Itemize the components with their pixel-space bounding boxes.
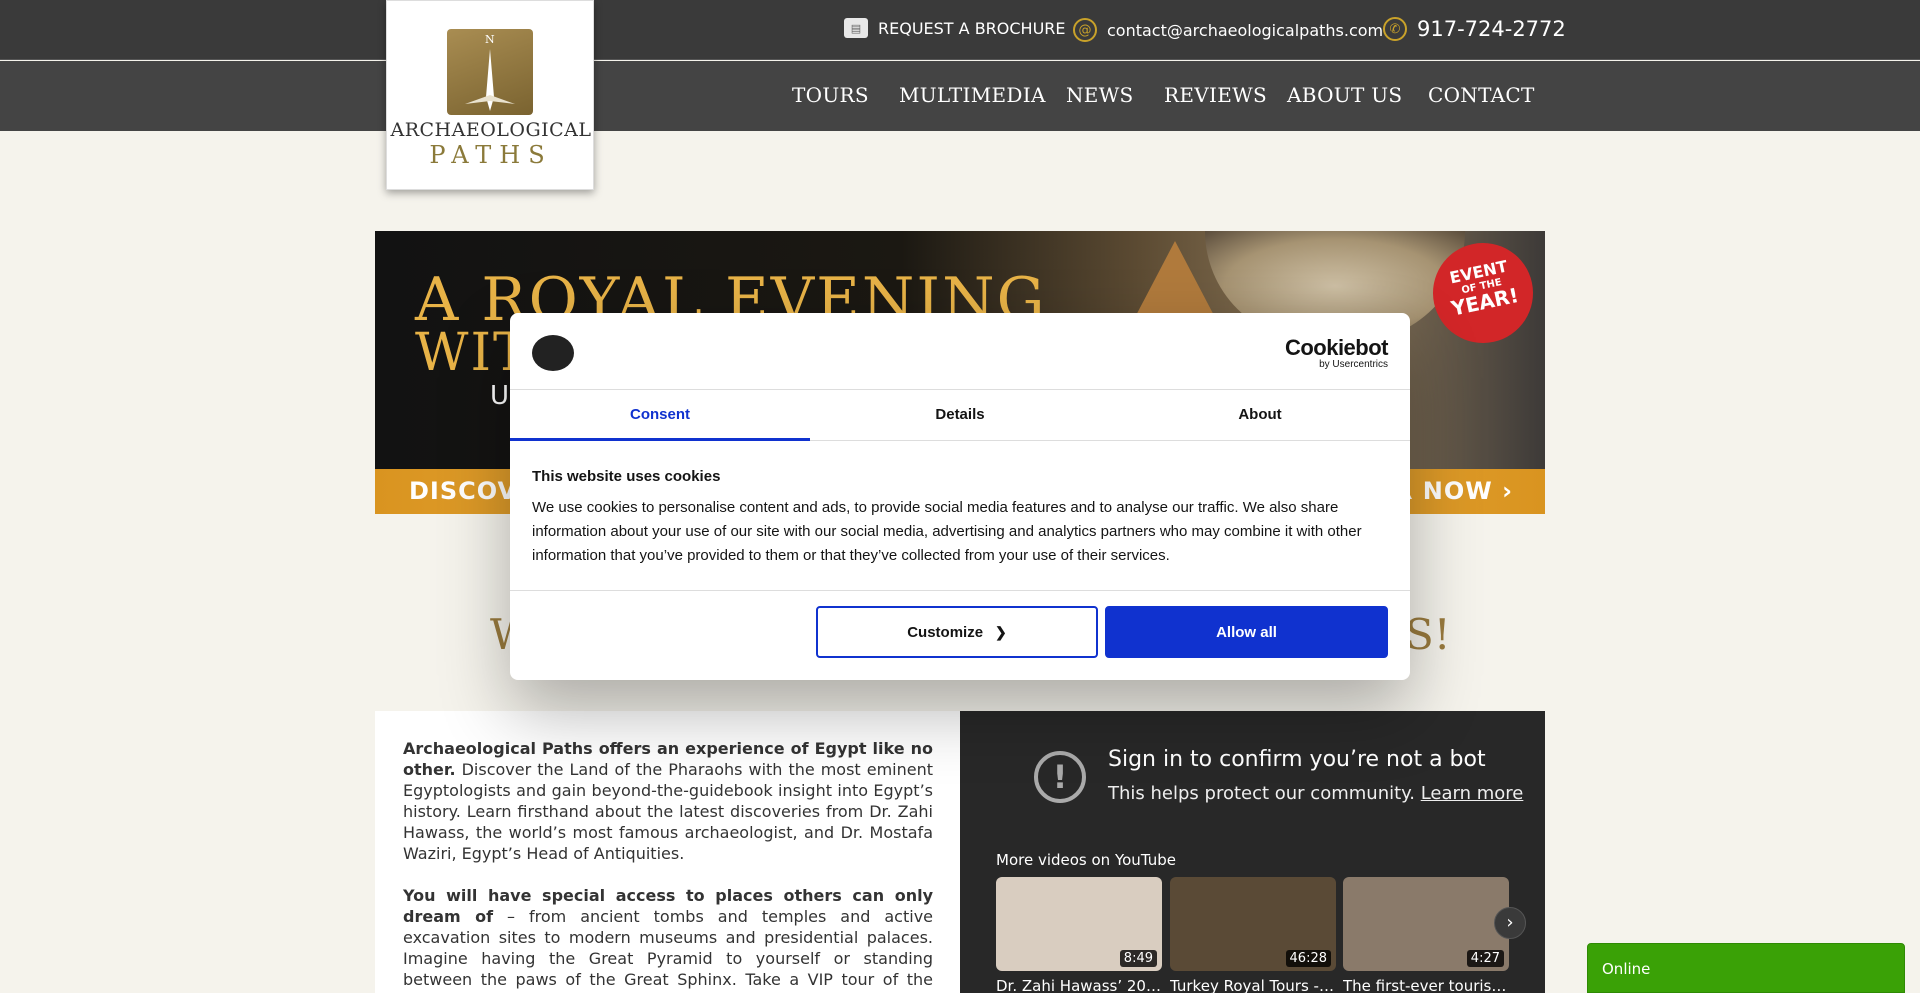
- nav-news[interactable]: NEWS: [1066, 83, 1134, 107]
- chevron-right-icon[interactable]: ›: [1494, 907, 1526, 939]
- warning-icon: !: [1034, 751, 1086, 803]
- allow-all-button[interactable]: Allow all: [1105, 606, 1388, 658]
- nav-multimedia[interactable]: MULTIMEDIA: [899, 83, 1046, 107]
- video-duration: 8:49: [1119, 950, 1157, 967]
- nav-about-us[interactable]: ABOUT US: [1287, 83, 1402, 107]
- brochure-link[interactable]: ▤ REQUEST A BROCHURE: [844, 18, 1066, 38]
- welcome-heading-end: S!: [1405, 610, 1451, 659]
- banner-cta-right: R NOW ›: [1393, 477, 1513, 505]
- nav-tours[interactable]: TOURS: [792, 83, 869, 107]
- site-logo[interactable]: N ARCHAEOLOGICAL PATHS: [386, 0, 594, 190]
- online-chat-widget[interactable]: Online: [1587, 943, 1905, 993]
- site-brand-icon: [532, 335, 574, 371]
- cookie-body: We use cookies to personalise content an…: [532, 499, 1362, 564]
- email-icon: @: [1073, 18, 1097, 42]
- logo-subtitle: PATHS: [429, 141, 553, 169]
- phone-link[interactable]: ✆ 917-724-2772: [1383, 17, 1566, 41]
- cookiebot-brand: Cookiebot: [1284, 335, 1389, 360]
- phone-text: 917-724-2772: [1417, 17, 1566, 41]
- yt-video-thumb-3[interactable]: 4:27: [1343, 877, 1509, 971]
- youtube-embed[interactable]: ! Sign in to confirm you’re not a bot Th…: [960, 711, 1545, 993]
- video-duration: 4:27: [1466, 950, 1504, 967]
- brochure-label: REQUEST A BROCHURE: [878, 18, 1066, 38]
- logo-emblem: N: [447, 29, 533, 115]
- yt-video-title-1[interactable]: Dr. Zahi Hawass’ 201…: [996, 977, 1162, 993]
- yt-video-thumb-2[interactable]: 46:28: [1170, 877, 1336, 971]
- nav-reviews[interactable]: REVIEWS: [1164, 83, 1267, 107]
- compass-star-icon: [465, 49, 515, 111]
- chat-label: Online: [1602, 960, 1651, 978]
- email-text: contact@archaeologicalpaths.com: [1107, 20, 1384, 40]
- yt-signin-sub-text: This helps protect our community.: [1108, 783, 1415, 804]
- tab-consent[interactable]: Consent: [510, 390, 810, 441]
- event-badge: EVENT OF THE YEAR!: [1423, 233, 1543, 353]
- yt-video-title-2[interactable]: Turkey Royal Tours - …: [1170, 977, 1336, 993]
- intro-paragraph-2: You will have special access to places o…: [403, 885, 933, 993]
- banner-line3: U: [490, 381, 510, 411]
- chevron-right-icon: ❯: [995, 623, 1007, 640]
- yt-video-title-3[interactable]: The first-ever tourists…: [1343, 977, 1509, 993]
- yt-signin-heading: Sign in to confirm you’re not a bot: [1108, 747, 1486, 772]
- cookie-consent-dialog: Cookiebot by Usercentrics Consent Detail…: [510, 313, 1410, 680]
- cookie-tabs: Consent Details About: [510, 389, 1410, 441]
- cookie-title: This website uses cookies: [532, 468, 721, 485]
- tab-details[interactable]: Details: [810, 390, 1110, 441]
- nav-contact[interactable]: CONTACT: [1428, 83, 1535, 107]
- email-link[interactable]: @ contact@archaeologicalpaths.com: [1073, 18, 1383, 42]
- yt-video-thumb-1[interactable]: 8:49: [996, 877, 1162, 971]
- yt-signin-sub: This helps protect our community. Learn …: [1108, 783, 1523, 804]
- logo-title: ARCHAEOLOGICAL: [390, 119, 592, 141]
- cookiebot-logo[interactable]: Cookiebot by Usercentrics: [1284, 335, 1389, 370]
- customize-label: Customize: [907, 623, 984, 641]
- video-duration: 46:28: [1285, 950, 1331, 967]
- customize-button[interactable]: Customize ❯: [816, 606, 1098, 658]
- intro-paragraph-1: Archaeological Paths offers an experienc…: [403, 738, 933, 864]
- cookie-divider: [510, 590, 1410, 591]
- intro-text-panel: Archaeological Paths offers an experienc…: [375, 711, 960, 993]
- brochure-icon: ▤: [844, 18, 868, 38]
- yt-learn-more-link[interactable]: Learn more: [1421, 783, 1524, 804]
- tab-about[interactable]: About: [1110, 390, 1410, 441]
- yt-more-videos-label: More videos on YouTube: [996, 851, 1176, 869]
- phone-icon: ✆: [1383, 17, 1407, 41]
- logo-north: N: [485, 33, 495, 46]
- intro-p1-text: Discover the Land of the Pharaohs with t…: [403, 760, 933, 863]
